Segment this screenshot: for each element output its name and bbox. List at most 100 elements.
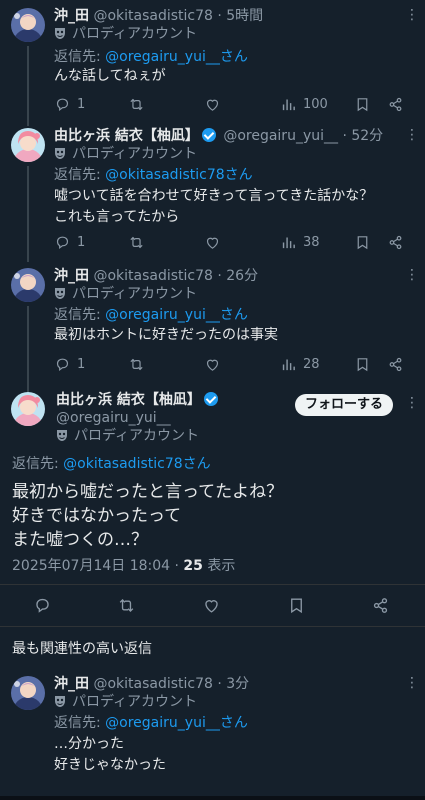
more-options-icon[interactable]: ⋮	[405, 676, 419, 690]
avatar[interactable]	[11, 128, 45, 162]
divider	[0, 584, 425, 585]
action-bar: 1 28	[54, 354, 405, 374]
share-button[interactable]	[371, 596, 391, 616]
display-name[interactable]: 由比ヶ浜 結衣【柚凪】	[56, 392, 201, 408]
tweet-meta: 2025年07月14日 18:04 · 25 表示	[12, 558, 236, 574]
like-button[interactable]	[202, 596, 222, 616]
parody-mask-icon	[54, 287, 66, 300]
timestamp[interactable]: · 3分	[217, 676, 249, 692]
like-button[interactable]	[204, 354, 221, 374]
like-button[interactable]	[204, 232, 221, 252]
reply-to-link[interactable]: @oregairu_yui__さん	[105, 307, 248, 323]
heart-icon	[202, 596, 221, 615]
retweet-icon	[128, 96, 145, 113]
verified-badge-icon	[203, 392, 218, 406]
views-button[interactable]: 100	[280, 94, 328, 114]
retweet-button[interactable]	[128, 94, 145, 114]
reply-button[interactable]: 1	[54, 354, 85, 374]
reply-to-link[interactable]: @okitasadistic78さん	[63, 456, 210, 472]
handle[interactable]: @oregairu_yui__	[223, 128, 338, 144]
reply-icon	[54, 356, 71, 373]
share-button[interactable]	[387, 94, 404, 114]
parody-label: パロディアカウント	[56, 426, 199, 446]
bookmark-button[interactable]	[287, 596, 307, 616]
retweet-button[interactable]	[128, 232, 145, 252]
reply-button[interactable]	[33, 596, 53, 616]
timestamp[interactable]: · 26分	[217, 268, 258, 284]
parody-mask-icon	[54, 27, 66, 40]
share-icon	[371, 596, 390, 615]
display-name[interactable]: 沖_田	[54, 8, 89, 24]
tweet-3[interactable]: 沖_田 @okitasadistic78 · 26分 ⋮ パロディアカウント 返…	[0, 266, 425, 392]
tweet-text: 最初から嘘だったと言ってたよね？ 好きではなかったって また嘘つくの…？	[12, 482, 284, 550]
handle[interactable]: @oregairu_yui__	[56, 408, 171, 428]
tweet-header: 沖_田 @okitasadistic78 · 26分	[54, 266, 258, 286]
handle[interactable]: @okitasadistic78	[93, 8, 212, 24]
reply-to-link[interactable]: @oregairu_yui__さん	[105, 715, 248, 731]
parody-label: パロディアカウント	[54, 24, 197, 44]
timestamp[interactable]: 2025年07月14日 18:04 ·	[12, 558, 183, 574]
follow-button[interactable]: フォローする	[294, 394, 393, 416]
thread-line	[27, 120, 29, 126]
reply-tweet[interactable]: 沖_田 @okitasadistic78 · 3分 ⋮ パロディアカウント 返信…	[0, 674, 425, 784]
tweet-header: 沖_田 @okitasadistic78 · 3分	[54, 674, 249, 694]
retweet-button[interactable]	[128, 354, 145, 374]
like-button[interactable]	[204, 94, 221, 114]
reply-icon	[54, 96, 71, 113]
bottom-bar	[0, 796, 425, 800]
bookmark-icon	[354, 356, 371, 373]
bookmark-button[interactable]	[354, 232, 371, 252]
reply-icon	[54, 234, 71, 251]
action-bar: 1 100	[54, 94, 405, 114]
tweet-header: 由比ヶ浜 結衣【柚凪】 @oregairu_yui__ · 52分	[54, 126, 383, 146]
bookmark-icon	[287, 596, 306, 615]
bookmark-button[interactable]	[354, 354, 371, 374]
more-options-icon[interactable]: ⋮	[405, 396, 419, 410]
reply-to-link[interactable]: @oregairu_yui__さん	[105, 49, 248, 65]
bookmark-button[interactable]	[354, 94, 371, 114]
parody-mask-icon	[54, 147, 66, 160]
display-name[interactable]: 由比ヶ浜 結衣【柚凪】	[54, 128, 199, 144]
section-title: 最も関連性の高い返信	[12, 641, 152, 657]
tweet-2[interactable]: 由比ヶ浜 結衣【柚凪】 @oregairu_yui__ · 52分 ⋮ パロディ…	[0, 120, 425, 262]
tweet-header: 沖_田 @okitasadistic78 · 5時間	[54, 6, 263, 26]
thread-line	[27, 166, 29, 262]
tweet-text: んな話してねぇが	[54, 68, 166, 84]
reply-to-link[interactable]: @okitasadistic78さん	[105, 167, 252, 183]
handle[interactable]: @okitasadistic78	[93, 676, 212, 692]
share-icon	[387, 356, 404, 373]
more-options-icon[interactable]: ⋮	[405, 8, 419, 22]
parody-mask-icon	[54, 695, 66, 708]
share-button[interactable]	[387, 354, 404, 374]
timestamp[interactable]: · 52分	[342, 128, 383, 144]
tweet-text: 嘘ついて話を合わせて好きって言ってきた話かな？ これも言ってたから	[54, 188, 374, 225]
bookmark-icon	[354, 234, 371, 251]
avatar[interactable]	[11, 8, 45, 42]
reply-to: 返信先: @oregairu_yui__さん	[54, 715, 248, 731]
share-button[interactable]	[387, 232, 404, 252]
display-name[interactable]: 沖_田	[54, 676, 89, 692]
views-button[interactable]: 38	[280, 232, 320, 252]
more-options-icon[interactable]: ⋮	[405, 268, 419, 282]
avatar[interactable]	[11, 268, 45, 302]
retweet-button[interactable]	[117, 596, 137, 616]
avatar[interactable]	[11, 676, 45, 710]
parody-label: パロディアカウント	[54, 284, 197, 304]
views-button[interactable]: 28	[280, 354, 320, 374]
display-name[interactable]: 沖_田	[54, 268, 89, 284]
avatar[interactable]	[11, 392, 45, 426]
bookmark-icon	[354, 96, 371, 113]
view-count: 25	[183, 558, 203, 574]
timestamp[interactable]: · 5時間	[217, 8, 263, 24]
tweet-header: 由比ヶ浜 結衣【柚凪】	[56, 390, 221, 410]
reply-button[interactable]: 1	[54, 232, 85, 252]
action-bar	[0, 596, 425, 620]
retweet-icon	[128, 234, 145, 251]
more-options-icon[interactable]: ⋮	[405, 128, 419, 142]
tweet-1[interactable]: 沖_田 @okitasadistic78 · 5時間 ⋮ パロディアカウント 返…	[0, 6, 425, 120]
tweet-text: 最初はホントに好きだったのは事実	[54, 327, 278, 343]
views-icon	[280, 356, 297, 373]
handle[interactable]: @okitasadistic78	[93, 268, 212, 284]
heart-icon	[204, 96, 221, 113]
reply-button[interactable]: 1	[54, 94, 85, 114]
